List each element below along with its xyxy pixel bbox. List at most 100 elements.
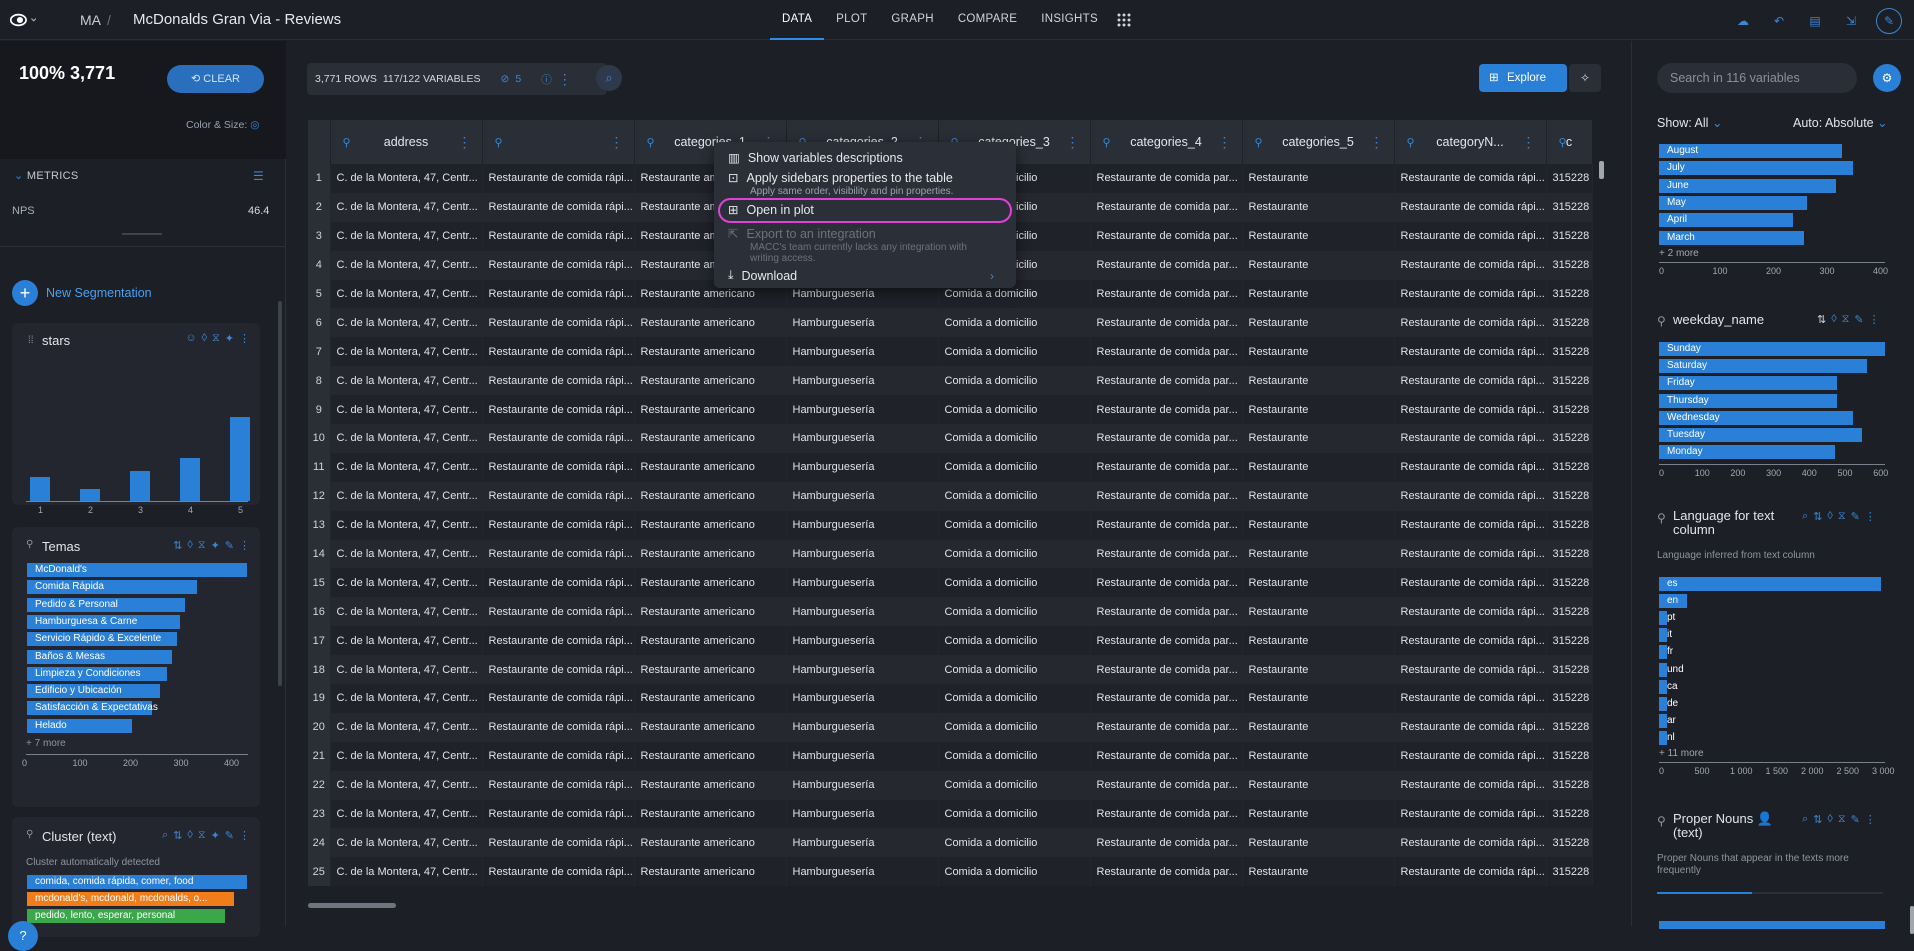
table-cell[interactable]: Restaurante: [1242, 452, 1395, 482]
table-cell[interactable]: Restaurante de comida rápi...: [1394, 164, 1547, 193]
table-cell[interactable]: Restaurante de comida rápi...: [1394, 741, 1547, 771]
filter-icon[interactable]: ⧖: [198, 829, 206, 842]
table-cell[interactable]: Restaurante: [1242, 366, 1395, 396]
table-cell[interactable]: Comida a domicilio: [938, 308, 1091, 338]
table-cell[interactable]: Restaurante de comida rápi...: [482, 308, 635, 338]
table-cell[interactable]: Restaurante de comida par...: [1090, 452, 1243, 482]
table-cell[interactable]: Restaurante de comida par...: [1090, 395, 1243, 425]
auto-insights-button[interactable]: ✧: [1569, 64, 1601, 92]
table-cell[interactable]: Restaurante de comida rápi...: [482, 424, 635, 453]
table-cell[interactable]: Comida a domicilio: [938, 626, 1091, 656]
drop-icon[interactable]: ◊: [187, 539, 192, 552]
table-cell[interactable]: Hamburguesería: [786, 337, 939, 367]
table-cell[interactable]: Restaurante de comida rápi...: [482, 221, 635, 251]
table-cell[interactable]: 315228: [1546, 366, 1593, 396]
table-cell[interactable]: Restaurante: [1242, 597, 1395, 627]
filter-icon[interactable]: ⧖: [212, 332, 220, 345]
column-header[interactable]: ⚲ c: [1546, 120, 1593, 164]
column-menu-icon[interactable]: ⋮: [1522, 134, 1536, 151]
table-row[interactable]: 13 C. de la Montera, 47, Centr... Restaura…: [308, 510, 1593, 540]
table-cell[interactable]: Restaurante americano: [634, 684, 787, 713]
column-header[interactable]: ⚲ categoryN... ⋮: [1394, 120, 1547, 164]
table-cell[interactable]: Restaurante: [1242, 192, 1395, 222]
table-cell[interactable]: Restaurante: [1242, 250, 1395, 280]
table-cell[interactable]: Restaurante americano: [634, 770, 787, 800]
table-cell[interactable]: C. de la Montera, 47, Centr...: [330, 481, 483, 511]
more-options-icon[interactable]: ⋮: [558, 71, 572, 88]
table-cell[interactable]: Restaurante de comida par...: [1090, 192, 1243, 222]
table-cell[interactable]: 315228: [1546, 568, 1593, 598]
edit-icon[interactable]: ✎: [1851, 510, 1860, 523]
table-cell[interactable]: 315228: [1546, 684, 1593, 713]
tab-graph[interactable]: GRAPH: [879, 0, 945, 40]
column-header[interactable]: ⚲ categories_4 ⋮: [1090, 120, 1243, 164]
table-cell[interactable]: Restaurante de comida par...: [1090, 250, 1243, 280]
table-row[interactable]: 11 C. de la Montera, 47, Centr... Restaura…: [308, 452, 1593, 482]
resize-handle[interactable]: [122, 233, 162, 235]
table-cell[interactable]: Comida a domicilio: [938, 684, 1091, 713]
drop-icon[interactable]: ◊: [1831, 313, 1836, 326]
table-cell[interactable]: Restaurante americano: [634, 741, 787, 771]
table-cell[interactable]: Restaurante de comida rápi...: [482, 655, 635, 685]
edit-icon[interactable]: ✎: [1851, 813, 1860, 826]
info-icon[interactable]: ⓘ: [541, 72, 552, 87]
cloud-icon[interactable]: ☁: [1732, 10, 1754, 32]
apps-grid-icon[interactable]: [1116, 0, 1132, 40]
table-cell[interactable]: 315228: [1546, 712, 1593, 742]
table-cell[interactable]: Restaurante: [1242, 539, 1395, 569]
table-cell[interactable]: Restaurante de comida rápi...: [482, 366, 635, 396]
table-cell[interactable]: Restaurante de comida rápi...: [482, 568, 635, 598]
table-cell[interactable]: 315228: [1546, 221, 1593, 251]
table-cell[interactable]: Restaurante de comida par...: [1090, 655, 1243, 685]
table-cell[interactable]: C. de la Montera, 47, Centr...: [330, 308, 483, 338]
table-cell[interactable]: Restaurante de comida rápi...: [482, 481, 635, 511]
table-cell[interactable]: Restaurante de comida rápi...: [482, 539, 635, 569]
table-row[interactable]: 12 C. de la Montera, 47, Centr... Restaura…: [308, 481, 1593, 511]
column-header[interactable]: ⚲ categories_5 ⋮: [1242, 120, 1395, 164]
more-icon[interactable]: ⋮: [239, 539, 250, 552]
table-cell[interactable]: Restaurante: [1242, 395, 1395, 425]
table-cell[interactable]: 315228: [1546, 770, 1593, 800]
table-cell[interactable]: C. de la Montera, 47, Centr...: [330, 626, 483, 656]
table-cell[interactable]: Restaurante americano: [634, 510, 787, 540]
table-row[interactable]: 10 C. de la Montera, 47, Centr... Restaura…: [308, 424, 1593, 453]
table-cell[interactable]: Comida a domicilio: [938, 395, 1091, 425]
table-cell[interactable]: C. de la Montera, 47, Centr...: [330, 684, 483, 713]
menu-open-in-plot[interactable]: ⊞ Open in plot: [728, 202, 814, 218]
column-menu-icon[interactable]: ⋮: [458, 134, 472, 151]
table-cell[interactable]: Hamburguesería: [786, 308, 939, 338]
table-cell[interactable]: Restaurante americano: [634, 481, 787, 511]
table-cell[interactable]: C. de la Montera, 47, Centr...: [330, 568, 483, 598]
table-cell[interactable]: Hamburguesería: [786, 712, 939, 742]
document-icon[interactable]: ▤: [1804, 10, 1826, 32]
table-cell[interactable]: Comida a domicilio: [938, 857, 1091, 887]
table-vertical-scrollbar[interactable]: [1599, 161, 1604, 179]
more-icon[interactable]: ⋮: [1869, 313, 1880, 326]
variables-search-input[interactable]: Search in 116 variables: [1657, 63, 1857, 93]
table-cell[interactable]: Hamburguesería: [786, 770, 939, 800]
table-cell[interactable]: C. de la Montera, 47, Centr...: [330, 539, 483, 569]
show-filter[interactable]: Show: All ⌄: [1657, 115, 1722, 130]
table-cell[interactable]: Restaurante de comida rápi...: [1394, 279, 1547, 309]
filter-icon[interactable]: ⧖: [198, 539, 206, 552]
table-cell[interactable]: C. de la Montera, 47, Centr...: [330, 337, 483, 367]
table-cell[interactable]: Restaurante americano: [634, 597, 787, 627]
table-cell[interactable]: Restaurante de comida rápi...: [482, 741, 635, 771]
table-cell[interactable]: Hamburguesería: [786, 597, 939, 627]
table-cell[interactable]: Restaurante de comida par...: [1090, 684, 1243, 713]
metrics-header[interactable]: ⌄ METRICS: [14, 169, 78, 182]
table-cell[interactable]: Restaurante de comida par...: [1090, 221, 1243, 251]
table-cell[interactable]: Hamburguesería: [786, 741, 939, 771]
filter-sliders-icon[interactable]: ☰: [253, 169, 264, 183]
table-cell[interactable]: Restaurante de comida rápi...: [482, 192, 635, 222]
table-cell[interactable]: Restaurante de comida par...: [1090, 741, 1243, 771]
drop-icon[interactable]: ◊: [202, 332, 207, 345]
page-title[interactable]: McDonalds Gran Via - Reviews: [133, 11, 341, 28]
table-cell[interactable]: Restaurante de comida par...: [1090, 366, 1243, 396]
table-cell[interactable]: Restaurante: [1242, 857, 1395, 887]
table-cell[interactable]: Comida a domicilio: [938, 481, 1091, 511]
table-cell[interactable]: Restaurante: [1242, 626, 1395, 656]
tab-data[interactable]: DATA: [770, 0, 825, 40]
breadcrumb-workspace[interactable]: MA: [80, 12, 101, 28]
table-cell[interactable]: Restaurante de comida rápi...: [1394, 510, 1547, 540]
